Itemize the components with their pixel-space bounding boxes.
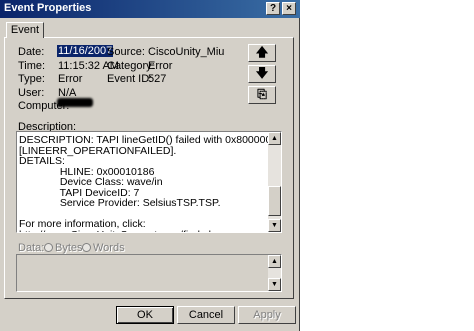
description-scrollbar[interactable]: ▲ ▼ [268, 132, 281, 232]
category-value[interactable]: Error [148, 60, 172, 72]
time-label: Time: [18, 60, 46, 72]
scroll-down-arrow-icon[interactable]: ▼ [268, 219, 281, 232]
source-value[interactable]: CiscoUnity_Miu [148, 46, 224, 58]
date-value[interactable]: 11/16/2007 [57, 45, 114, 57]
scroll-thumb[interactable] [268, 186, 281, 216]
title-bar[interactable]: Event Properties ? × [0, 0, 300, 18]
cancel-button[interactable]: Cancel [177, 306, 235, 324]
copy-button[interactable]: ⎘ [248, 86, 276, 104]
source-label: Source: [107, 46, 145, 58]
bytes-radio-label: Bytes [55, 242, 83, 254]
event-id-label: Event ID: [107, 73, 153, 85]
scroll-up-arrow-icon[interactable]: ▲ [268, 132, 281, 145]
data-label: Data: [18, 242, 45, 254]
bytes-radio-icon [44, 243, 53, 252]
window-title: Event Properties [4, 2, 92, 14]
type-label: Type: [18, 73, 45, 85]
data-textbox[interactable]: ▲ ▼ [16, 254, 282, 292]
bytes-radio[interactable]: Bytes [44, 242, 83, 254]
computer-value-redacted [57, 98, 93, 107]
apply-button[interactable]: Apply [238, 306, 296, 324]
ok-button[interactable]: OK [116, 306, 174, 324]
event-properties-dialog: Event Properties ? × Event Date: 11/16/2… [0, 0, 300, 331]
words-radio-label: Words [93, 242, 125, 254]
user-label: User: [18, 87, 45, 99]
next-event-button[interactable]: 🡇 [248, 65, 276, 83]
description-text: DESCRIPTION: TAPI lineGetID() failed wit… [19, 134, 282, 232]
data-scroll-down-icon[interactable]: ▼ [268, 278, 281, 291]
arrow-up-icon: 🡅 [255, 45, 269, 59]
type-value[interactable]: Error [58, 73, 82, 85]
words-radio[interactable]: Words [82, 242, 125, 254]
arrow-down-icon: 🡇 [255, 66, 269, 80]
data-scroll-up-icon[interactable]: ▲ [268, 255, 281, 268]
description-textbox[interactable]: DESCRIPTION: TAPI lineGetID() failed wit… [16, 131, 282, 233]
date-label: Date: [18, 46, 45, 58]
data-scrollbar[interactable]: ▲ ▼ [268, 255, 281, 291]
event-id-value[interactable]: 527 [148, 73, 166, 85]
words-radio-icon [82, 243, 91, 252]
help-button[interactable]: ? [266, 2, 280, 15]
close-button[interactable]: × [282, 2, 296, 15]
tab-event[interactable]: Event [6, 22, 44, 38]
previous-event-button[interactable]: 🡅 [248, 44, 276, 62]
copy-icon: ⎘ [257, 87, 267, 101]
